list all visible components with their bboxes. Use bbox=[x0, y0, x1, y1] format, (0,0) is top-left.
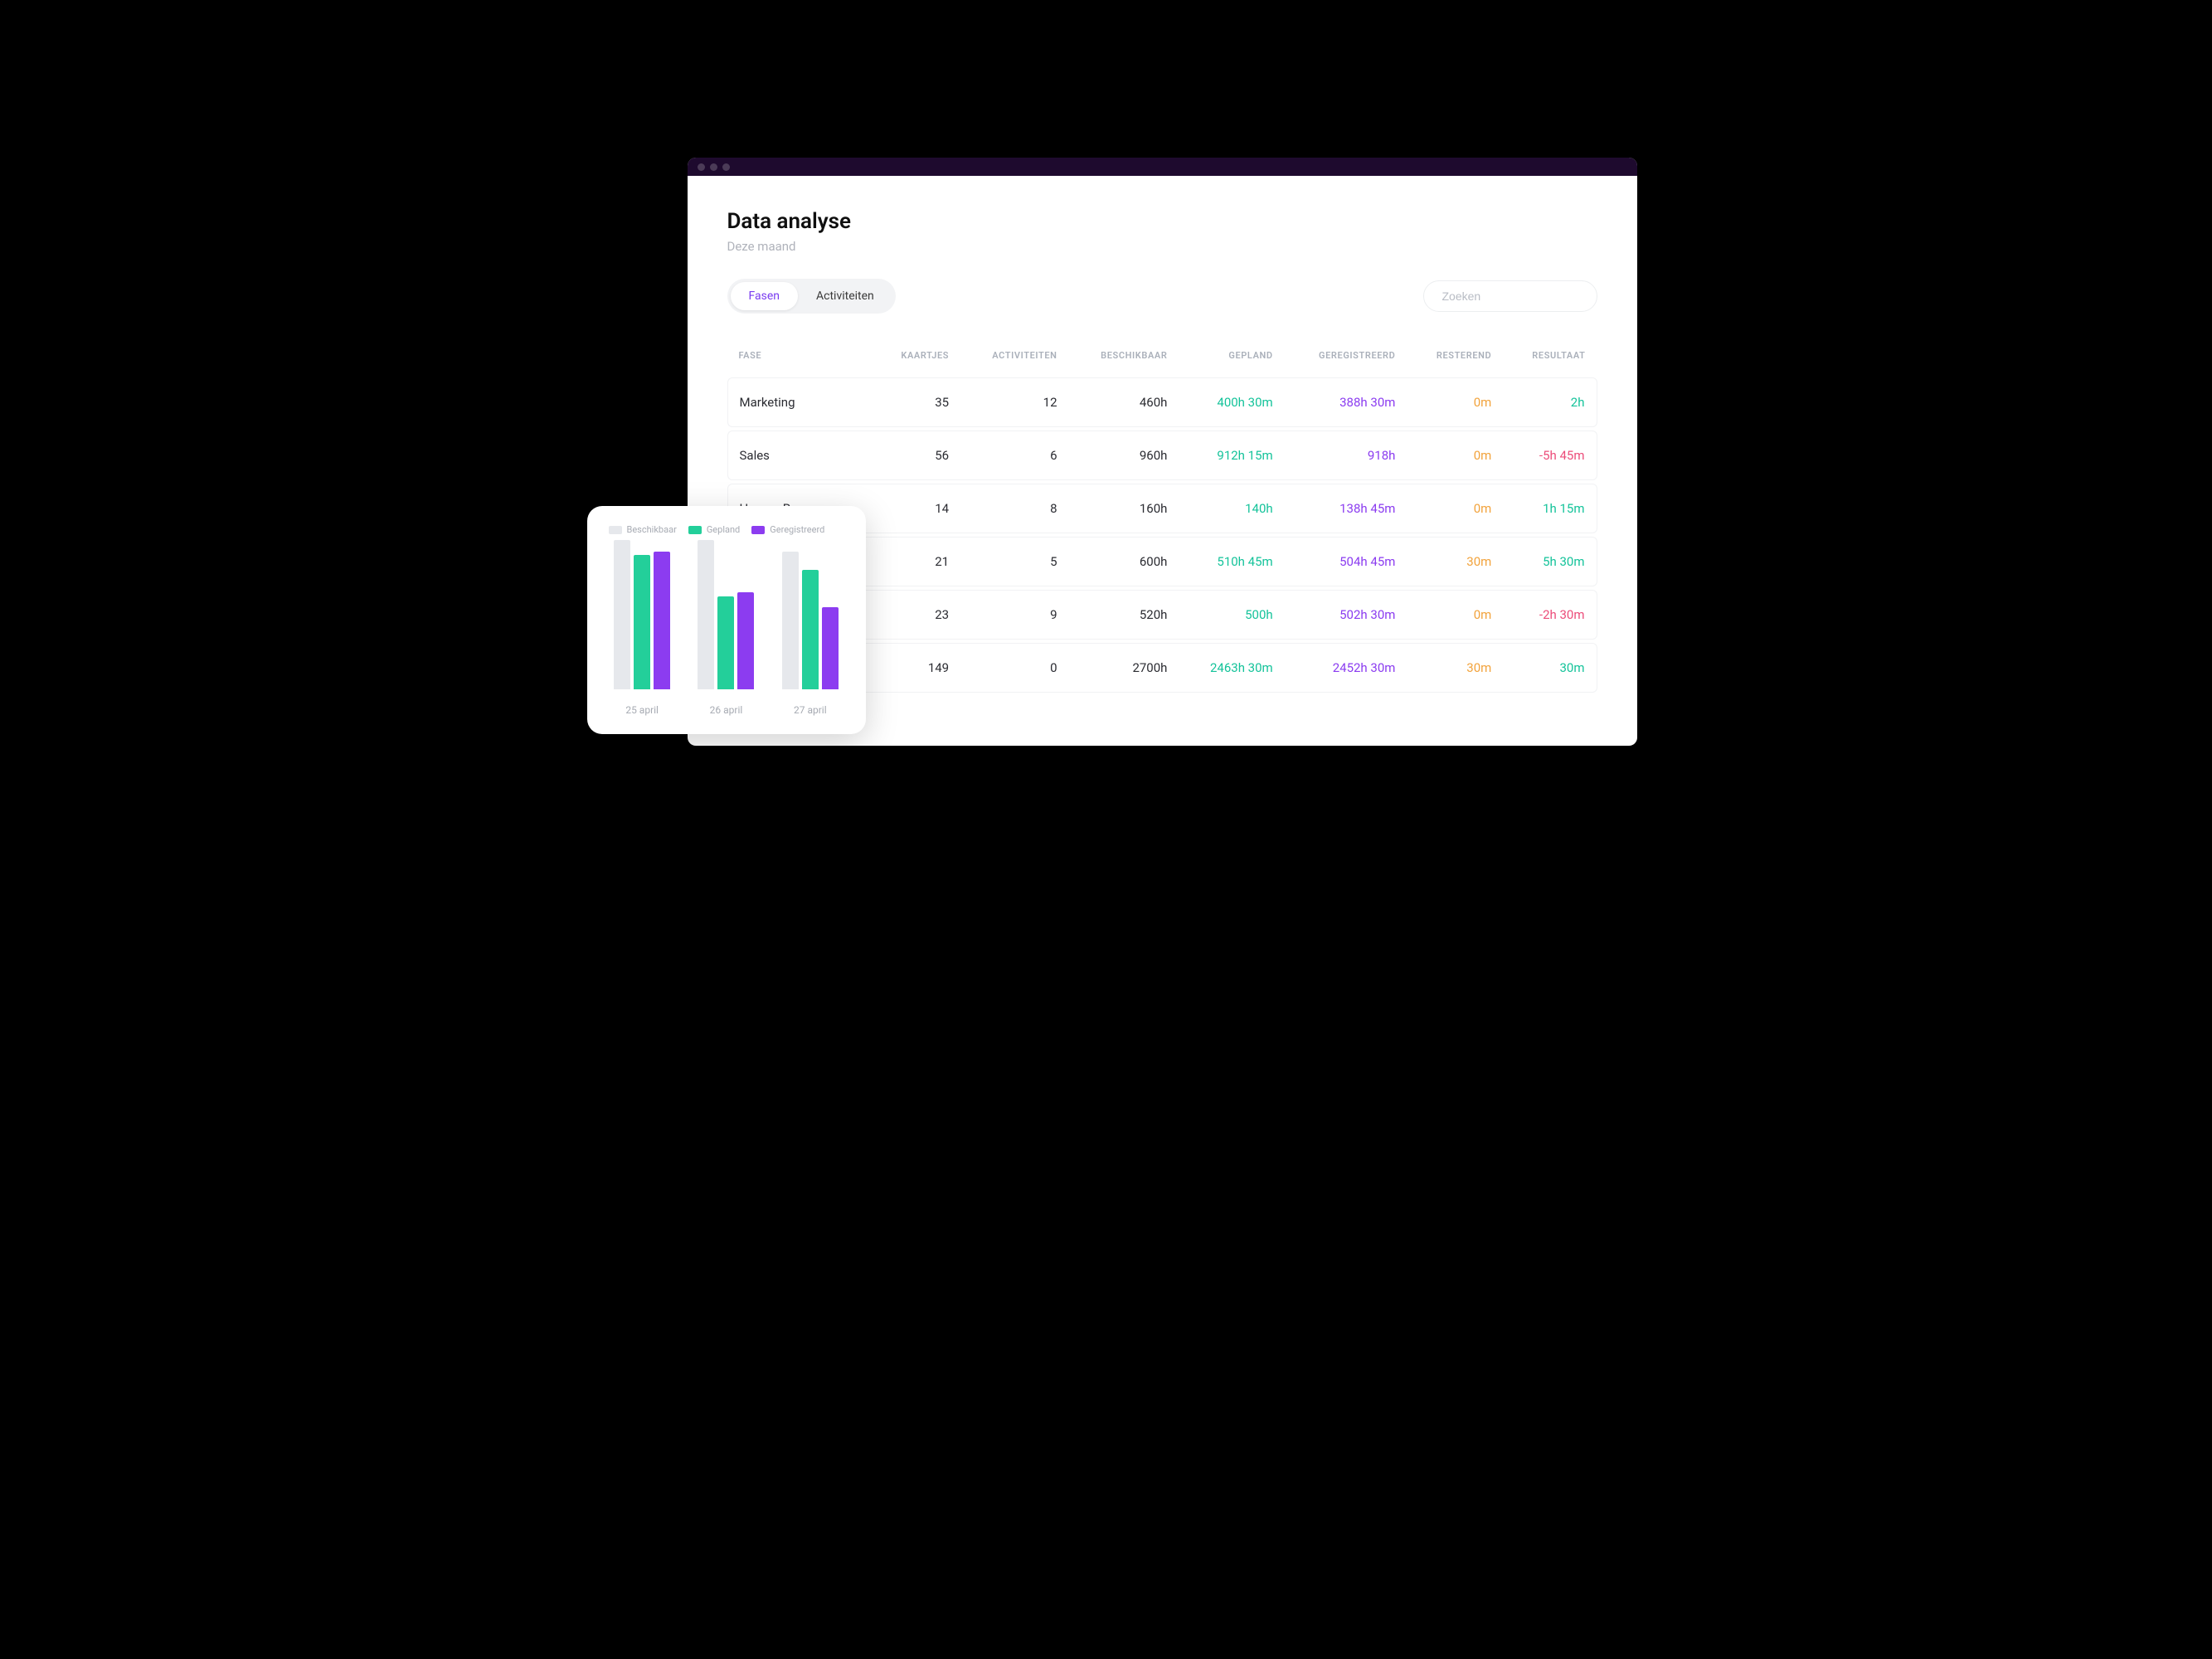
cell-activiteiten: 8 bbox=[960, 484, 1068, 533]
cell-beschikbaar: 960h bbox=[1069, 431, 1179, 480]
swatch-purple-icon bbox=[751, 526, 765, 534]
cell-resultaat: 30m bbox=[1503, 643, 1597, 693]
cell-kaartjes: 21 bbox=[873, 537, 960, 586]
cell-beschikbaar: 520h bbox=[1069, 590, 1179, 640]
chart-group: 25 april bbox=[609, 540, 676, 716]
cell-geregistreerd: 502h 30m bbox=[1285, 590, 1407, 640]
chart-xlabel: 27 april bbox=[794, 704, 827, 716]
chart-bar bbox=[782, 552, 799, 689]
legend-geregistreerd: Geregistreerd bbox=[751, 524, 824, 535]
cell-resultaat: 2h bbox=[1503, 377, 1597, 427]
window-dot bbox=[698, 163, 705, 171]
chart-bar bbox=[634, 555, 650, 689]
chart-bar bbox=[737, 592, 754, 689]
table-row[interactable]: Marketing3512460h400h 30m388h 30m0m2h bbox=[727, 377, 1597, 427]
chart-bar bbox=[654, 552, 670, 689]
cell-kaartjes: 149 bbox=[873, 643, 960, 693]
cell-gepland: 140h bbox=[1179, 484, 1284, 533]
cell-gepland: 2463h 30m bbox=[1179, 643, 1284, 693]
titlebar bbox=[688, 158, 1637, 176]
cell-geregistreerd: 138h 45m bbox=[1285, 484, 1407, 533]
search-input[interactable] bbox=[1423, 280, 1597, 312]
cell-resultaat: -5h 45m bbox=[1503, 431, 1597, 480]
legend-gepland: Gepland bbox=[688, 524, 740, 535]
cell-gepland: 912h 15m bbox=[1179, 431, 1284, 480]
cell-gepland: 400h 30m bbox=[1179, 377, 1284, 427]
cell-activiteiten: 12 bbox=[960, 377, 1068, 427]
cell-resultaat: 5h 30m bbox=[1503, 537, 1597, 586]
cell-geregistreerd: 504h 45m bbox=[1285, 537, 1407, 586]
cell-resultaat: -2h 30m bbox=[1503, 590, 1597, 640]
cell-geregistreerd: 2452h 30m bbox=[1285, 643, 1407, 693]
cell-kaartjes: 35 bbox=[873, 377, 960, 427]
chart-bar bbox=[717, 596, 734, 689]
swatch-grey-icon bbox=[609, 526, 622, 534]
cell-gepland: 500h bbox=[1179, 590, 1284, 640]
cell-resterend: 30m bbox=[1407, 643, 1503, 693]
cell-resterend: 30m bbox=[1407, 537, 1503, 586]
cell-fase: Marketing bbox=[727, 377, 873, 427]
cell-activiteiten: 9 bbox=[960, 590, 1068, 640]
chart-xlabel: 25 april bbox=[625, 704, 659, 716]
col-fase: Fase bbox=[727, 337, 873, 374]
chart-group: 26 april bbox=[693, 540, 760, 716]
cell-kaartjes: 14 bbox=[873, 484, 960, 533]
col-beschikbaar: Beschikbaar bbox=[1069, 337, 1179, 374]
tabs: Fasen Activiteiten bbox=[727, 279, 896, 314]
page-subtitle: Deze maand bbox=[727, 239, 1597, 254]
cell-kaartjes: 56 bbox=[873, 431, 960, 480]
cell-resterend: 0m bbox=[1407, 484, 1503, 533]
cell-resterend: 0m bbox=[1407, 590, 1503, 640]
cell-activiteiten: 0 bbox=[960, 643, 1068, 693]
window-dot bbox=[722, 163, 730, 171]
col-resultaat: Resultaat bbox=[1503, 337, 1597, 374]
chart-bar bbox=[614, 540, 630, 689]
cell-beschikbaar: 600h bbox=[1069, 537, 1179, 586]
cell-geregistreerd: 388h 30m bbox=[1285, 377, 1407, 427]
cell-resterend: 0m bbox=[1407, 377, 1503, 427]
chart-legend: Beschikbaar Gepland Geregistreerd bbox=[609, 524, 844, 535]
tab-fasen[interactable]: Fasen bbox=[731, 282, 799, 310]
chart-group: 27 april bbox=[776, 540, 843, 716]
cell-kaartjes: 23 bbox=[873, 590, 960, 640]
chart-bar bbox=[822, 607, 839, 689]
cell-fase: Sales bbox=[727, 431, 873, 480]
cell-beschikbaar: 160h bbox=[1069, 484, 1179, 533]
chart-bar bbox=[698, 540, 714, 689]
cell-beschikbaar: 460h bbox=[1069, 377, 1179, 427]
swatch-green-icon bbox=[688, 526, 702, 534]
cell-beschikbaar: 2700h bbox=[1069, 643, 1179, 693]
col-geregistreerd: Geregistreerd bbox=[1285, 337, 1407, 374]
legend-beschikbaar: Beschikbaar bbox=[609, 524, 677, 535]
cell-resterend: 0m bbox=[1407, 431, 1503, 480]
cell-activiteiten: 6 bbox=[960, 431, 1068, 480]
chart-bar bbox=[802, 570, 819, 689]
chart-xlabel: 26 april bbox=[710, 704, 743, 716]
cell-resultaat: 1h 15m bbox=[1503, 484, 1597, 533]
cell-gepland: 510h 45m bbox=[1179, 537, 1284, 586]
chart-card: Beschikbaar Gepland Geregistreerd 25 apr… bbox=[587, 506, 866, 734]
cell-activiteiten: 5 bbox=[960, 537, 1068, 586]
tab-activiteiten[interactable]: Activiteiten bbox=[798, 282, 892, 310]
page-title: Data analyse bbox=[727, 209, 1597, 234]
col-gepland: Gepland bbox=[1179, 337, 1284, 374]
col-kaartjes: Kaartjes bbox=[873, 337, 960, 374]
window-dot bbox=[710, 163, 717, 171]
col-resterend: Resterend bbox=[1407, 337, 1503, 374]
table-row[interactable]: Sales566960h912h 15m918h0m-5h 45m bbox=[727, 431, 1597, 480]
cell-geregistreerd: 918h bbox=[1285, 431, 1407, 480]
col-activiteiten: Activiteiten bbox=[960, 337, 1068, 374]
